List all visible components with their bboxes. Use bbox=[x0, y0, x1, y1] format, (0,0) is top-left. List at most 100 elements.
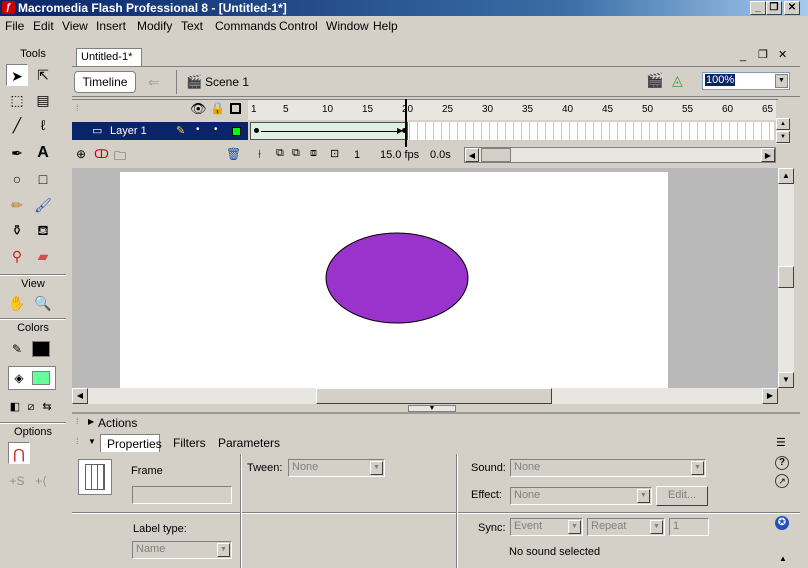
smooth-icon[interactable]: +S bbox=[6, 470, 28, 492]
frame-rate[interactable]: 15.0 fps bbox=[380, 149, 419, 161]
stage-vscroll[interactable]: ▲ ▼ bbox=[778, 168, 794, 388]
fill-color-swatch[interactable] bbox=[32, 371, 50, 385]
stroke-color-swatch[interactable] bbox=[32, 341, 50, 357]
tab-parameters[interactable]: Parameters bbox=[218, 436, 280, 450]
collapse-up-icon[interactable]: ▲ bbox=[779, 554, 787, 563]
purple-oval-shape[interactable] bbox=[325, 232, 469, 324]
menu-control[interactable]: Control bbox=[279, 19, 318, 33]
visibility-dot-icon[interactable]: • bbox=[196, 124, 200, 135]
doc-minimize-icon[interactable]: _ bbox=[740, 50, 746, 62]
lock-dot-icon[interactable]: • bbox=[214, 124, 218, 135]
lasso-tool-icon[interactable]: ℓ bbox=[32, 114, 54, 136]
label-type-select[interactable]: Name ▼ bbox=[132, 541, 232, 559]
panel-grip-icon[interactable]: ⁞ bbox=[76, 416, 79, 426]
lock-icon[interactable]: 🔒 bbox=[210, 101, 225, 115]
doc-close-icon[interactable]: ✕ bbox=[778, 48, 787, 61]
line-tool-icon[interactable]: ╱ bbox=[6, 114, 28, 136]
oval-tool-icon[interactable]: ○ bbox=[6, 168, 28, 190]
layer-name[interactable]: Layer 1 bbox=[110, 125, 147, 137]
insert-folder-icon[interactable]: 🗀 bbox=[114, 147, 126, 168]
modify-onion-markers-icon[interactable]: ⊡ bbox=[330, 147, 339, 160]
outline-color-icon[interactable] bbox=[232, 127, 241, 136]
straighten-icon[interactable]: +⟨ bbox=[30, 470, 52, 492]
tab-properties[interactable]: Properties bbox=[100, 434, 162, 452]
stage-vscroll-thumb[interactable] bbox=[778, 266, 794, 288]
tween-span[interactable]: ▶ bbox=[250, 122, 408, 140]
swap-colors-icon[interactable]: ⇆ bbox=[36, 396, 58, 418]
actions-panel-bar[interactable]: ⁞ ▶ Actions bbox=[72, 412, 800, 432]
timeline-toggle-button[interactable]: Timeline bbox=[74, 71, 136, 93]
text-tool-icon[interactable]: A bbox=[32, 142, 54, 164]
scene-label[interactable]: Scene 1 bbox=[205, 75, 249, 89]
panel-options-icon[interactable]: ☰ bbox=[776, 436, 786, 449]
repeat-count-input[interactable]: 1 bbox=[669, 518, 709, 536]
repeat-select[interactable]: Repeat ▼ bbox=[587, 518, 665, 536]
delete-layer-icon[interactable]: 🗑 bbox=[226, 147, 241, 161]
timeline-grip-icon[interactable]: ⁞ bbox=[76, 103, 79, 113]
sound-select[interactable]: None ▼ bbox=[510, 459, 706, 477]
edit-multiple-frames-icon[interactable]: ⧈ bbox=[310, 147, 317, 160]
free-transform-tool-icon[interactable]: ⬚ bbox=[6, 89, 28, 111]
close-button[interactable]: ✕ bbox=[784, 1, 800, 15]
collapse-arrow-icon[interactable]: ▼ bbox=[88, 437, 96, 446]
stage[interactable] bbox=[120, 172, 668, 388]
expand-arrow-icon[interactable]: ▶ bbox=[88, 417, 94, 426]
menu-window[interactable]: Window bbox=[326, 19, 369, 33]
menu-commands[interactable]: Commands bbox=[215, 19, 276, 33]
rectangle-tool-icon[interactable]: □ bbox=[32, 168, 54, 190]
actions-title[interactable]: Actions bbox=[98, 416, 137, 430]
panel-collapse-handle[interactable]: ▼ bbox=[408, 405, 456, 412]
accessibility-icon[interactable]: ✪ bbox=[775, 516, 789, 530]
menu-file[interactable]: File bbox=[5, 19, 24, 33]
onion-skin-icon[interactable]: ⧉ bbox=[276, 147, 284, 160]
chevron-down-icon[interactable]: ▼ bbox=[775, 74, 788, 88]
doc-restore-icon[interactable]: ❐ bbox=[758, 48, 768, 61]
expand-properties-icon[interactable]: ↗ bbox=[775, 474, 789, 488]
playhead[interactable] bbox=[405, 99, 407, 147]
timeline-hscroll[interactable]: ◀ ▶ bbox=[464, 147, 776, 163]
edit-sound-button[interactable]: Edit... bbox=[656, 486, 708, 506]
sync-select[interactable]: Event ▼ bbox=[510, 518, 583, 536]
document-tab[interactable]: Untitled-1* bbox=[76, 48, 142, 66]
flash-app-icon[interactable]: ƒ bbox=[2, 1, 15, 14]
stage-hscroll-thumb[interactable] bbox=[316, 388, 552, 404]
onion-skin-outlines-icon[interactable]: ⧉ bbox=[292, 147, 300, 160]
zoom-tool-icon[interactable]: 🔍 bbox=[32, 292, 54, 314]
eyedropper-tool-icon[interactable]: ⚲ bbox=[6, 245, 28, 267]
eraser-tool-icon[interactable]: ▰ bbox=[32, 245, 54, 267]
timeline-hscroll-thumb[interactable] bbox=[481, 148, 511, 162]
center-frame-icon[interactable]: ⍿ bbox=[258, 147, 261, 162]
effect-select[interactable]: None ▼ bbox=[510, 487, 652, 505]
tween-select[interactable]: None ▼ bbox=[288, 459, 385, 477]
timeline-vscroll[interactable]: ▲ ▼ bbox=[776, 118, 790, 144]
edit-symbols-icon[interactable]: ◬ bbox=[672, 72, 683, 89]
hand-tool-icon[interactable]: ✋ bbox=[6, 292, 28, 314]
ink-bottle-tool-icon[interactable]: ⚱ bbox=[6, 219, 28, 241]
chevron-down-icon[interactable]: ▼ bbox=[217, 543, 230, 557]
chevron-down-icon[interactable]: ▼ bbox=[568, 520, 581, 534]
chevron-down-icon[interactable]: ▼ bbox=[637, 489, 650, 503]
menu-view[interactable]: View bbox=[62, 19, 88, 33]
eye-icon[interactable]: 👁 bbox=[190, 101, 207, 117]
pencil-tool-icon[interactable]: ✏ bbox=[6, 194, 28, 216]
menu-edit[interactable]: Edit bbox=[33, 19, 54, 33]
chevron-down-icon[interactable]: ▼ bbox=[370, 461, 383, 475]
gradient-transform-tool-icon[interactable]: ▤ bbox=[32, 89, 54, 111]
panel-grip-icon[interactable]: ⁞ bbox=[76, 436, 79, 446]
selection-tool-icon[interactable]: ➤ bbox=[6, 64, 28, 86]
stage-hscroll[interactable]: ◀ ▶ bbox=[72, 388, 778, 404]
edit-scene-icon[interactable]: 🎬 bbox=[646, 72, 663, 89]
restore-button[interactable]: ❐ bbox=[766, 1, 782, 15]
help-icon[interactable]: ? bbox=[775, 456, 789, 470]
zoom-select[interactable]: 100% ▼ bbox=[702, 72, 790, 90]
paint-bucket-tool-icon[interactable]: ⛾ bbox=[32, 219, 54, 241]
tab-filters[interactable]: Filters bbox=[173, 436, 206, 450]
chevron-down-icon[interactable]: ▼ bbox=[691, 461, 704, 475]
layer-row[interactable]: ▭ Layer 1 ✎ • • bbox=[72, 122, 248, 140]
menu-insert[interactable]: Insert bbox=[96, 19, 126, 33]
outline-icon[interactable] bbox=[230, 103, 241, 114]
menu-modify[interactable]: Modify bbox=[137, 19, 172, 33]
insert-layer-icon[interactable]: ⊕ bbox=[76, 147, 86, 161]
minimize-button[interactable]: _ bbox=[750, 1, 766, 15]
back-arrow-icon[interactable]: ⇐ bbox=[148, 74, 160, 91]
